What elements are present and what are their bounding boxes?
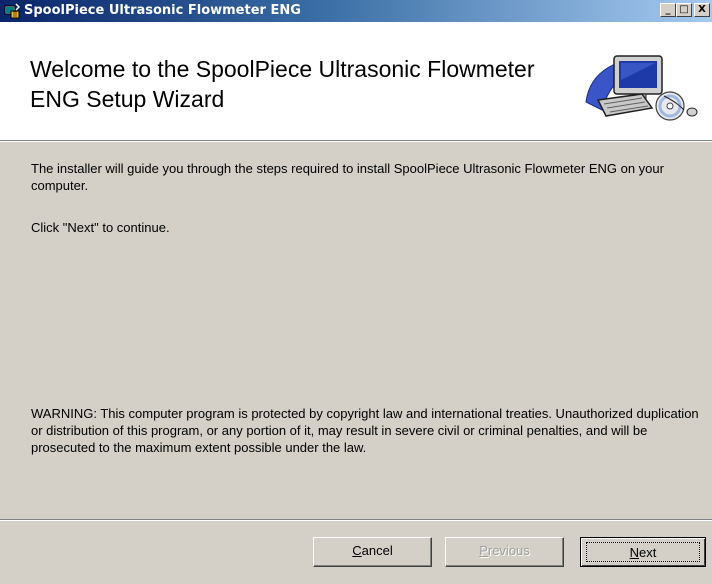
installer-window: SpoolPiece Ultrasonic Flowmeter ENG _ □ … <box>0 0 712 584</box>
minimize-button[interactable]: _ <box>660 3 676 17</box>
continue-instruction: Click "Next" to continue. <box>31 220 170 235</box>
intro-text: The installer will guide you through the… <box>31 161 664 193</box>
next-button[interactable]: Next <box>580 537 706 567</box>
maximize-button[interactable]: □ <box>676 3 692 17</box>
copyright-warning: WARNING: This computer program is protec… <box>31 406 699 455</box>
installer-app-icon <box>4 3 20 19</box>
page-title: Welcome to the SpoolPiece Ultrasonic Flo… <box>30 56 535 112</box>
close-icon: X <box>698 4 706 15</box>
minimize-icon: _ <box>665 4 671 15</box>
footer-divider-highlight <box>0 520 712 521</box>
maximize-icon: □ <box>679 4 689 15</box>
title-bar[interactable]: SpoolPiece Ultrasonic Flowmeter ENG _ □ … <box>0 0 712 22</box>
window-title: SpoolPiece Ultrasonic Flowmeter ENG <box>24 3 301 18</box>
close-button[interactable]: X <box>694 3 710 17</box>
cancel-button[interactable]: Cancel <box>313 537 432 567</box>
banner-divider <box>0 141 712 142</box>
wizard-banner: Welcome to the SpoolPiece Ultrasonic Flo… <box>0 22 712 141</box>
focus-rectangle: Next <box>586 542 700 562</box>
computer-setup-icon <box>585 55 698 121</box>
previous-button: Previous <box>445 537 564 567</box>
